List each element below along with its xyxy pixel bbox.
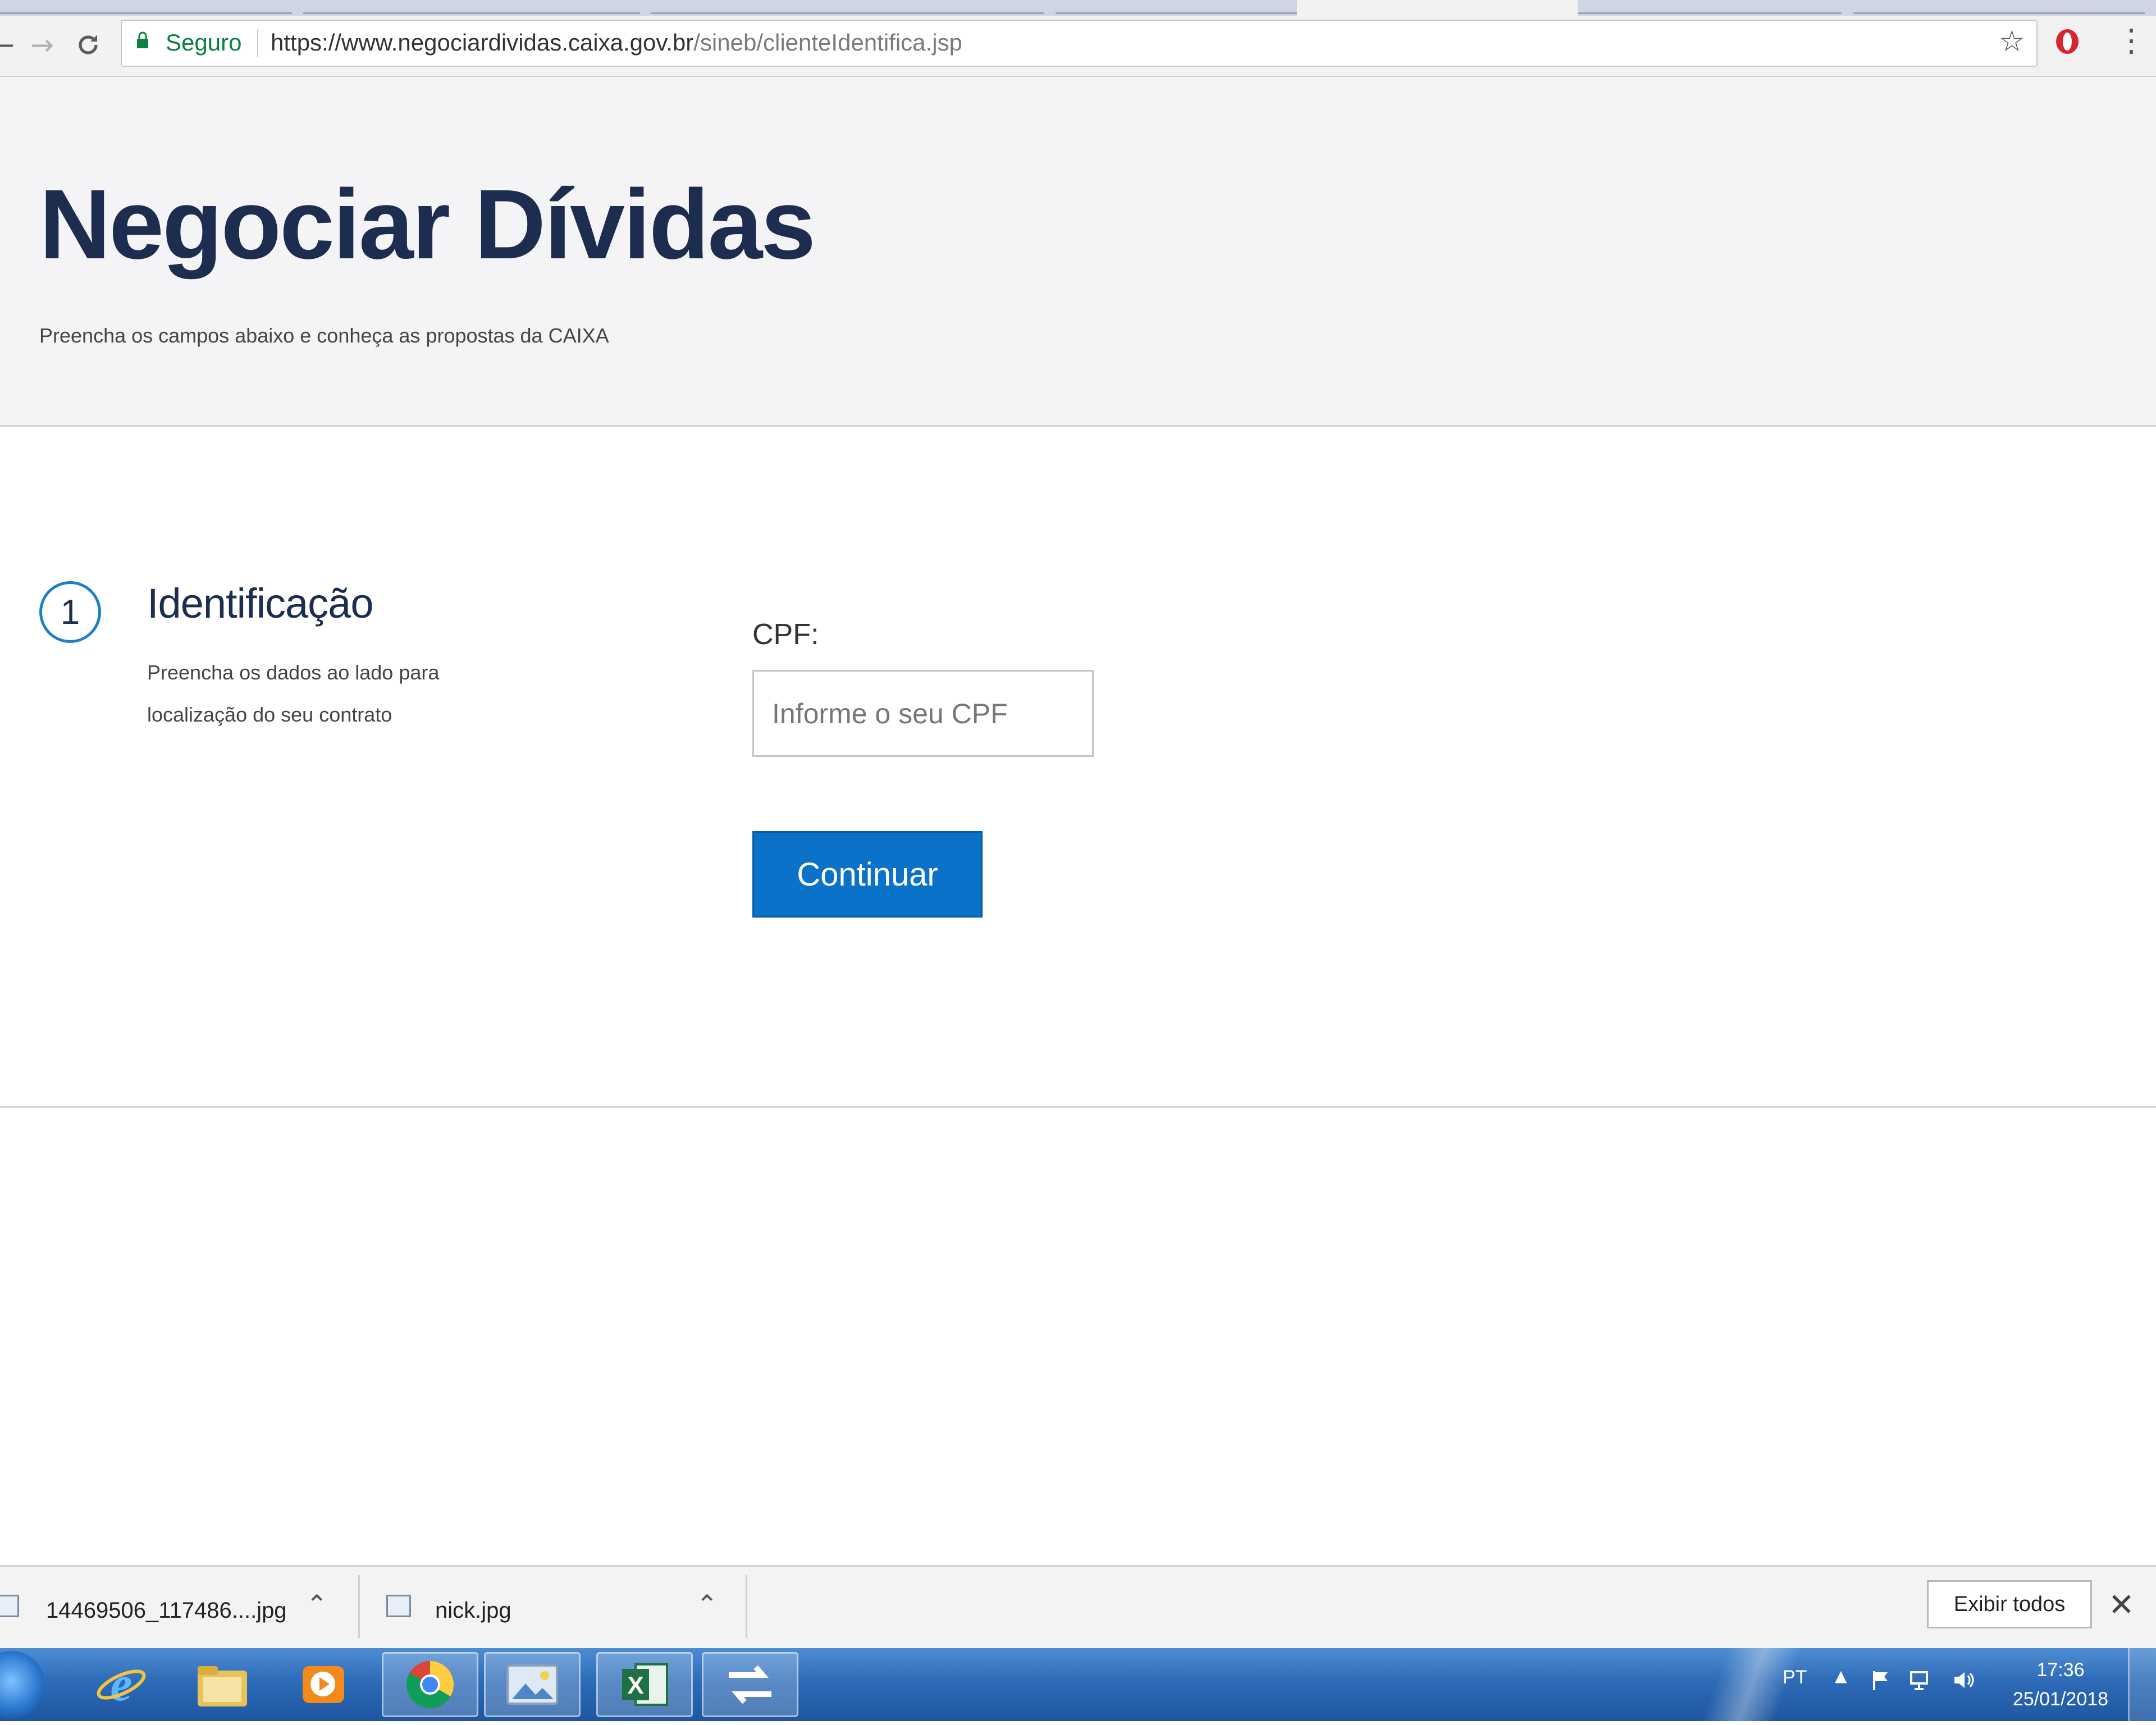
browser-tab[interactable]: [1578, 0, 1842, 14]
download-separator: [746, 1575, 747, 1638]
browser-menu-icon[interactable]: ⋮: [2116, 22, 2147, 59]
url-host: https://www.negociardividas.caixa.gov.br: [271, 29, 694, 56]
volume-icon[interactable]: [1951, 1668, 1976, 1692]
continue-button[interactable]: Continuar: [752, 831, 983, 918]
file-explorer-icon[interactable]: [174, 1652, 271, 1717]
image-file-icon: [386, 1595, 411, 1617]
browser-tab[interactable]: [0, 0, 292, 14]
section-divider: [0, 1106, 2156, 1108]
image-file-icon: [0, 1595, 19, 1617]
transfer-arrows-icon[interactable]: [702, 1652, 798, 1717]
download-item-name[interactable]: 14469506_117486....jpg: [46, 1594, 287, 1627]
step-number-badge: 1: [39, 581, 101, 643]
step-title: Identificação: [147, 580, 373, 627]
back-arrow-icon[interactable]: ←: [0, 25, 22, 65]
forward-arrow-icon[interactable]: →: [22, 25, 62, 65]
browser-tab[interactable]: [651, 0, 1044, 14]
download-separator: [358, 1575, 360, 1638]
url-path: /sineb/clienteIdentifica.jsp: [693, 29, 962, 56]
svg-text:X: X: [627, 1672, 643, 1699]
url-text[interactable]: https://www.negociardividas.caixa.gov.br…: [271, 27, 962, 58]
cpf-input[interactable]: [752, 670, 1094, 757]
excel-icon[interactable]: X: [596, 1652, 693, 1717]
system-clock[interactable]: 17:36 25/01/2018: [1999, 1655, 2122, 1714]
browser-tab[interactable]: [1056, 0, 1297, 14]
internet-explorer-icon[interactable]: e: [73, 1652, 170, 1717]
page-subtitle: Preencha os campos abaixo e conheça as p…: [39, 324, 609, 347]
opera-extension-icon[interactable]: [2054, 27, 2081, 56]
browser-tab[interactable]: [303, 0, 640, 14]
active-browser-tab[interactable]: [1297, 0, 1578, 16]
security-label: Seguro: [166, 29, 242, 56]
screen-bottom-edge: [0, 1721, 2156, 1725]
chevron-up-icon[interactable]: ⌃: [306, 1589, 328, 1619]
browser-tab[interactable]: [1853, 0, 2145, 14]
language-indicator[interactable]: PT: [1783, 1665, 1807, 1690]
network-icon[interactable]: [1909, 1669, 1934, 1691]
lock-icon: [137, 31, 148, 48]
chevron-up-icon[interactable]: ⌃: [696, 1589, 718, 1619]
media-player-icon[interactable]: [275, 1652, 372, 1717]
step-description: Preencha os dados ao lado para localizaç…: [147, 661, 440, 726]
show-all-downloads-button[interactable]: Exibir todos: [1927, 1580, 2092, 1628]
close-icon[interactable]: ✕: [2108, 1587, 2135, 1623]
clock-time: 17:36: [2036, 1659, 2085, 1681]
download-item-name[interactable]: nick.jpg: [435, 1594, 511, 1627]
show-hidden-icons-icon[interactable]: ▲: [1835, 1664, 1847, 1689]
page-title: Negociar Dívidas: [39, 170, 816, 280]
address-separator: [257, 29, 258, 57]
cpf-label: CPF:: [752, 618, 819, 651]
chrome-icon[interactable]: [382, 1652, 478, 1717]
bookmark-star-icon[interactable]: ☆: [1999, 25, 2025, 58]
image-viewer-icon[interactable]: [484, 1652, 581, 1717]
reload-icon[interactable]: [68, 25, 108, 65]
action-center-flag-icon[interactable]: [1870, 1669, 1892, 1691]
clock-date: 25/01/2018: [2012, 1689, 2109, 1710]
svg-text:e: e: [110, 1658, 132, 1712]
show-desktop-button[interactable]: [2128, 1648, 2156, 1721]
